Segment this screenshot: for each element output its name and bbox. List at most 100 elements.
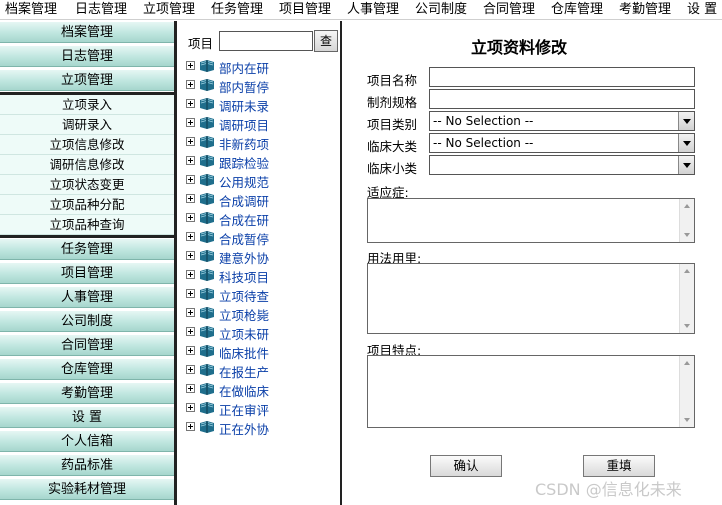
sidebar-cat-task[interactable]: 任务管理 [0, 238, 174, 260]
tree-item[interactable]: 立项未研 [186, 323, 336, 342]
dosage-scrollbar[interactable] [679, 264, 694, 333]
expand-plus-icon[interactable] [186, 403, 195, 412]
reset-button[interactable]: 重填 [583, 455, 655, 477]
top-menu-warehouse[interactable]: 仓库管理 [551, 2, 603, 18]
clinical-minor-select[interactable] [429, 155, 695, 175]
tree-item[interactable]: 非新药项 [186, 133, 336, 152]
project-name-input[interactable] [429, 67, 695, 87]
tree-item[interactable]: 部内在研 [186, 57, 336, 76]
top-menu-archive[interactable]: 档案管理 [5, 2, 57, 18]
expand-plus-icon[interactable] [186, 213, 195, 222]
indication-textarea[interactable] [367, 198, 695, 243]
sidebar-cat-archive[interactable]: 档案管理 [0, 21, 174, 43]
sidebar-sub-variety-assign[interactable]: 立项品种分配 [0, 195, 174, 215]
sidebar-cat-project-setup[interactable]: 立项管理 [0, 69, 174, 91]
expand-plus-icon[interactable] [186, 270, 195, 279]
sidebar-sub-research-entry[interactable]: 调研录入 [0, 115, 174, 135]
expand-plus-icon[interactable] [186, 175, 195, 184]
top-menu-task[interactable]: 任务管理 [211, 2, 263, 18]
scroll-up-icon [684, 269, 690, 273]
top-menu-log[interactable]: 日志管理 [75, 2, 127, 18]
tree-item[interactable]: 临床批件 [186, 342, 336, 361]
tree-item[interactable]: 在报生产 [186, 361, 336, 380]
sidebar-cat-log[interactable]: 日志管理 [0, 45, 174, 67]
expand-plus-icon[interactable] [186, 99, 195, 108]
sidebar-sub-research-edit[interactable]: 调研信息修改 [0, 155, 174, 175]
sidebar-cat-hr[interactable]: 人事管理 [0, 286, 174, 308]
sidebar-sub-status-change[interactable]: 立项状态变更 [0, 175, 174, 195]
expand-plus-icon[interactable] [186, 137, 195, 146]
tree-item[interactable]: 科技项目 [186, 266, 336, 285]
sidebar-sub-variety-query[interactable]: 立项品种查询 [0, 215, 174, 235]
tree-item-label: 合成暂停 [219, 232, 270, 247]
expand-plus-icon[interactable] [186, 80, 195, 89]
sidebar-cat-lab-supplies[interactable]: 实验耗材管理 [0, 478, 174, 500]
top-menu-policy[interactable]: 公司制度 [415, 2, 467, 18]
tree-item[interactable]: 合成暂停 [186, 228, 336, 247]
expand-plus-icon[interactable] [186, 346, 195, 355]
expand-plus-icon[interactable] [186, 251, 195, 260]
tree-item-label: 合成在研 [219, 213, 270, 228]
sidebar-cat-drug-standard[interactable]: 药品标准 [0, 454, 174, 476]
expand-plus-icon[interactable] [186, 365, 195, 374]
book-icon [199, 116, 215, 129]
tree-item[interactable]: 调研未录 [186, 95, 336, 114]
book-icon [199, 135, 215, 148]
tree-item[interactable]: 合成调研 [186, 190, 336, 209]
sidebar-cat-warehouse[interactable]: 仓库管理 [0, 358, 174, 380]
tree-item-label: 立项未研 [219, 327, 270, 342]
clinical-major-select[interactable]: -- No Selection -- [429, 133, 695, 153]
top-menu-settings[interactable]: 设 置 [687, 2, 717, 18]
tree-item[interactable]: 立项待查 [186, 285, 336, 304]
dosage-textarea[interactable] [367, 263, 695, 334]
tree-item-label: 非新药项 [219, 137, 270, 152]
sidebar-cat-project[interactable]: 项目管理 [0, 262, 174, 284]
tree-item[interactable]: 公用规范 [186, 171, 336, 190]
tree-search-label: 项目 [188, 36, 214, 51]
tree-item[interactable]: 在做临床 [186, 380, 336, 399]
expand-plus-icon[interactable] [186, 194, 195, 203]
top-menu-contract[interactable]: 合同管理 [483, 2, 535, 18]
top-menu-hr[interactable]: 人事管理 [347, 2, 399, 18]
expand-plus-icon[interactable] [186, 289, 195, 298]
book-icon [199, 154, 215, 167]
confirm-button[interactable]: 确认 [430, 455, 502, 477]
sidebar-sub-project-edit[interactable]: 立项信息修改 [0, 135, 174, 155]
sidebar-cat-settings[interactable]: 设 置 [0, 406, 174, 428]
project-category-select[interactable]: -- No Selection -- [429, 111, 695, 131]
tree-search-input[interactable] [219, 31, 313, 51]
expand-plus-icon[interactable] [186, 308, 195, 317]
scroll-up-icon [684, 361, 690, 365]
tree-item[interactable]: 合成在研 [186, 209, 336, 228]
sidebar-cat-mailbox[interactable]: 个人信箱 [0, 430, 174, 452]
book-icon [199, 420, 215, 433]
expand-plus-icon[interactable] [186, 118, 195, 127]
expand-plus-icon[interactable] [186, 61, 195, 70]
features-textarea[interactable] [367, 355, 695, 428]
top-menu-project-setup[interactable]: 立项管理 [143, 2, 195, 18]
expand-plus-icon[interactable] [186, 422, 195, 431]
sidebar-cat-policy[interactable]: 公司制度 [0, 310, 174, 332]
tree-item[interactable]: 正在外协 [186, 418, 336, 437]
tree-item[interactable]: 部内暂停 [186, 76, 336, 95]
tree-item[interactable]: 调研项目 [186, 114, 336, 133]
tree-item[interactable]: 立项枪毙 [186, 304, 336, 323]
sidebar-cat-attendance[interactable]: 考勤管理 [0, 382, 174, 404]
tree-item[interactable]: 建意外协 [186, 247, 336, 266]
project-name-label: 项目名称 [367, 73, 418, 88]
spec-input[interactable] [429, 89, 695, 109]
features-scrollbar[interactable] [679, 356, 694, 427]
top-menu-project[interactable]: 项目管理 [279, 2, 331, 18]
expand-plus-icon[interactable] [186, 232, 195, 241]
tree-search-button[interactable]: 查 [314, 30, 338, 52]
sidebar-sub-project-entry[interactable]: 立项录入 [0, 95, 174, 115]
top-menu-attendance[interactable]: 考勤管理 [619, 2, 671, 18]
expand-plus-icon[interactable] [186, 156, 195, 165]
tree-item[interactable]: 正在审评 [186, 399, 336, 418]
expand-plus-icon[interactable] [186, 327, 195, 336]
indication-scrollbar[interactable] [679, 199, 694, 242]
tree-item[interactable]: 跟踪检验 [186, 152, 336, 171]
expand-plus-icon[interactable] [186, 384, 195, 393]
sidebar-cat-contract[interactable]: 合同管理 [0, 334, 174, 356]
tree-item-label: 调研项目 [219, 118, 270, 133]
